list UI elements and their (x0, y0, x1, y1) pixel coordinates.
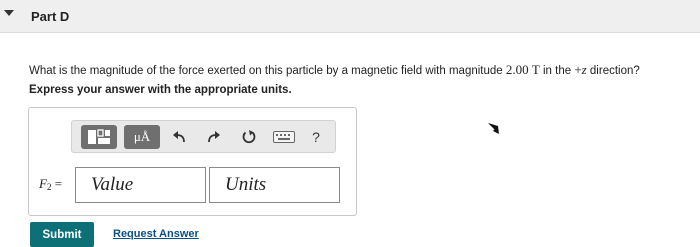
submit-button[interactable]: Submit (30, 222, 94, 247)
field-unit: T (531, 62, 540, 77)
answer-label-equals: = (51, 176, 63, 191)
undo-button[interactable] (169, 125, 189, 149)
part-header[interactable]: Part D (0, 0, 700, 33)
question-text-after: direction? (586, 65, 640, 77)
collapse-caret-icon[interactable] (4, 10, 14, 16)
question-text: What is the magnitude of the force exert… (29, 62, 640, 78)
keyboard-button[interactable] (272, 125, 296, 149)
answer-label: F2 = (39, 176, 62, 192)
part-title: Part D (31, 9, 70, 24)
field-value: 2.00 (505, 62, 529, 77)
templates-button[interactable] (81, 125, 117, 149)
request-answer-link[interactable]: Request Answer (113, 228, 199, 240)
redo-icon (208, 131, 220, 143)
reset-button[interactable] (239, 125, 259, 149)
question-text-middle: in the (539, 65, 575, 77)
help-button[interactable]: ? (307, 125, 325, 149)
grid-template-icon (88, 129, 110, 144)
keyboard-icon (273, 131, 295, 143)
undo-icon (173, 131, 185, 143)
units-button[interactable]: μÅ (124, 125, 160, 149)
direction-sign: + (574, 62, 582, 77)
mouse-cursor-icon (488, 123, 499, 134)
units-input[interactable]: Units (209, 167, 340, 203)
answer-label-symbol: F (39, 176, 47, 191)
math-toolbar: μÅ ? (71, 120, 336, 153)
question-text-before: What is the magnitude of the force exert… (29, 65, 506, 77)
reset-icon (242, 130, 256, 144)
value-input[interactable]: Value (75, 167, 206, 203)
redo-button[interactable] (204, 125, 224, 149)
instruction-text: Express your answer with the appropriate… (29, 84, 292, 96)
